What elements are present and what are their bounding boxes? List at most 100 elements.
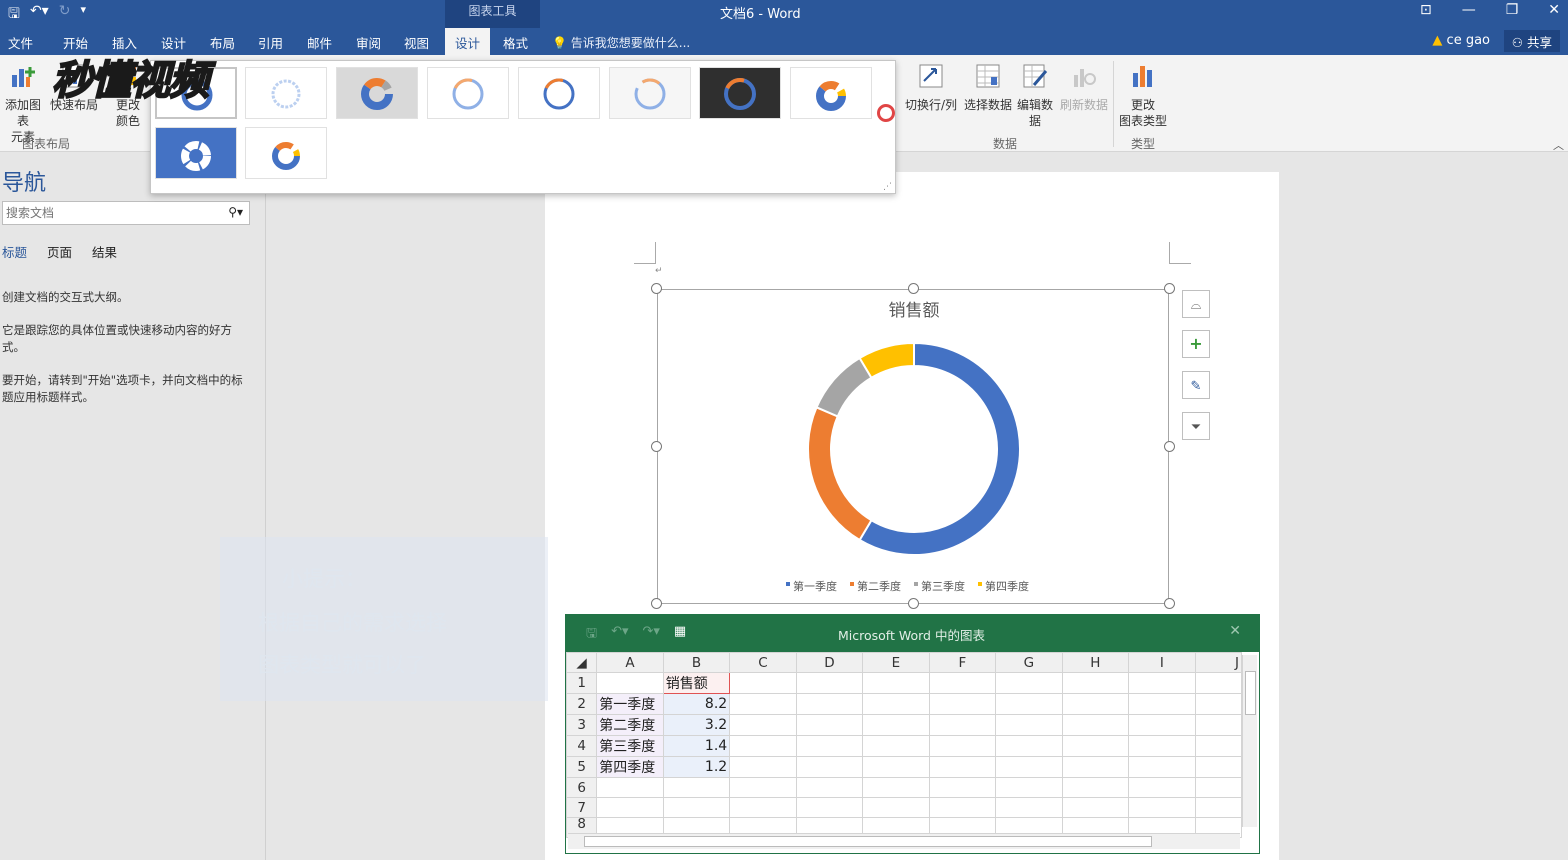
cell[interactable]: [729, 693, 797, 715]
chart-style-3[interactable]: [336, 67, 418, 119]
tab-file[interactable]: 文件: [8, 33, 33, 52]
resize-handle[interactable]: [1164, 283, 1175, 294]
resize-handle[interactable]: [651, 598, 662, 609]
cell[interactable]: 第三季度: [596, 735, 664, 757]
refresh-data-button[interactable]: 刷新数据: [1057, 61, 1111, 113]
cell[interactable]: [995, 797, 1063, 818]
doughnut-chart[interactable]: 销售额第一季度 第二季度 第三季度 第四季度: [658, 290, 1170, 605]
cell[interactable]: 第一季度: [596, 693, 664, 715]
cell[interactable]: [1061, 735, 1130, 757]
close-icon[interactable]: ✕: [1548, 2, 1560, 18]
cell[interactable]: 3.2: [662, 714, 731, 736]
cell[interactable]: [1128, 756, 1196, 778]
cell[interactable]: [928, 714, 997, 736]
cell[interactable]: [862, 756, 930, 778]
cell[interactable]: [795, 777, 864, 798]
nav-tab-pages[interactable]: 页面: [47, 242, 72, 261]
search-icon[interactable]: ⚲▾: [228, 205, 243, 219]
cell[interactable]: [995, 777, 1063, 798]
doughnut-slice[interactable]: [858, 341, 1021, 556]
layout-options-button[interactable]: ⌓: [1182, 290, 1210, 318]
cell[interactable]: [795, 693, 864, 715]
nav-search-box[interactable]: ⚲▾: [2, 201, 250, 225]
column-header[interactable]: F: [928, 652, 997, 673]
legend-label[interactable]: 第三季度: [921, 579, 965, 593]
cell[interactable]: 1.4: [662, 735, 731, 757]
ribbon-display-options-icon[interactable]: ⊡: [1420, 2, 1432, 18]
row-header[interactable]: 2: [565, 693, 598, 715]
tell-me-box[interactable]: 💡 告诉我您想要做什么...: [552, 34, 690, 51]
cell[interactable]: [995, 756, 1063, 778]
cell[interactable]: [1128, 735, 1196, 757]
chart-style-7[interactable]: [699, 67, 781, 119]
column-header[interactable]: A: [596, 652, 664, 673]
cell[interactable]: [995, 693, 1063, 715]
row-header[interactable]: 5: [565, 756, 598, 778]
legend-label[interactable]: 第四季度: [985, 579, 1029, 593]
cell[interactable]: [795, 735, 864, 757]
tab-references[interactable]: 引用: [258, 33, 283, 52]
nav-search-input[interactable]: [3, 202, 213, 224]
cell[interactable]: [729, 797, 797, 818]
cell[interactable]: 销售额: [662, 672, 731, 694]
cell[interactable]: [928, 693, 997, 715]
cell[interactable]: [1194, 693, 1243, 715]
share-button[interactable]: ⚇ 共享: [1503, 30, 1560, 52]
minimize-icon[interactable]: —: [1462, 2, 1476, 18]
scroll-thumb[interactable]: [584, 836, 1152, 847]
cell[interactable]: [862, 672, 930, 694]
cell[interactable]: [729, 777, 797, 798]
save-icon[interactable]: 🖫: [586, 624, 597, 646]
cell[interactable]: [1128, 777, 1196, 798]
cell[interactable]: [795, 756, 864, 778]
horizontal-scrollbar[interactable]: [568, 833, 1240, 849]
cell[interactable]: 第四季度: [596, 756, 664, 778]
column-header[interactable]: C: [729, 652, 797, 673]
cell[interactable]: [729, 735, 797, 757]
cell[interactable]: [795, 672, 864, 694]
cell[interactable]: [795, 797, 864, 818]
cell[interactable]: [1061, 756, 1130, 778]
chart-filters-button[interactable]: ⏷: [1182, 412, 1210, 440]
cell[interactable]: [1061, 714, 1130, 736]
cell[interactable]: [1128, 797, 1196, 818]
column-header[interactable]: G: [995, 652, 1063, 673]
select-all-corner[interactable]: ◢: [565, 652, 598, 673]
collapse-ribbon-icon[interactable]: ︿: [1553, 137, 1564, 153]
user-account[interactable]: ▲ ce gao: [1432, 33, 1490, 48]
save-icon[interactable]: 🖫: [8, 3, 20, 27]
row-header[interactable]: 1: [565, 672, 598, 694]
vertical-scrollbar[interactable]: [1242, 655, 1257, 827]
cell[interactable]: [1061, 693, 1130, 715]
column-header[interactable]: D: [795, 652, 864, 673]
cell[interactable]: [862, 735, 930, 757]
column-header[interactable]: E: [862, 652, 930, 673]
change-chart-type-button[interactable]: 更改 图表类型: [1117, 61, 1169, 129]
cell[interactable]: [662, 797, 731, 818]
redo-icon[interactable]: ↷▾: [643, 624, 660, 646]
cell[interactable]: [596, 672, 664, 694]
nav-tab-results[interactable]: 结果: [92, 242, 117, 261]
chart-style-5[interactable]: [518, 67, 600, 119]
cell[interactable]: [795, 714, 864, 736]
chart-style-9[interactable]: [155, 127, 237, 179]
row-header[interactable]: 4: [565, 735, 598, 757]
legend-label[interactable]: 第一季度: [793, 579, 837, 593]
resize-handle[interactable]: [908, 598, 919, 609]
chart-title[interactable]: 销售额: [889, 301, 940, 321]
switch-row-column-button[interactable]: 切换行/列: [903, 61, 959, 113]
cell[interactable]: [1061, 797, 1130, 818]
tab-view[interactable]: 视图: [404, 33, 429, 52]
cell[interactable]: [596, 777, 664, 798]
chart-style-6[interactable]: [609, 67, 691, 119]
cell[interactable]: [1128, 672, 1196, 694]
row-header[interactable]: 7: [565, 797, 598, 818]
tab-layout[interactable]: 布局: [210, 33, 235, 52]
cell[interactable]: [995, 672, 1063, 694]
chart-area[interactable]: 销售额 第一季度 第二季度 第三季度 第四季度: [657, 289, 1169, 604]
tab-review[interactable]: 审阅: [356, 33, 381, 52]
cell[interactable]: [1194, 672, 1243, 694]
cell[interactable]: [928, 672, 997, 694]
chart-style-10[interactable]: [245, 127, 327, 179]
row-header[interactable]: 6: [565, 777, 598, 798]
